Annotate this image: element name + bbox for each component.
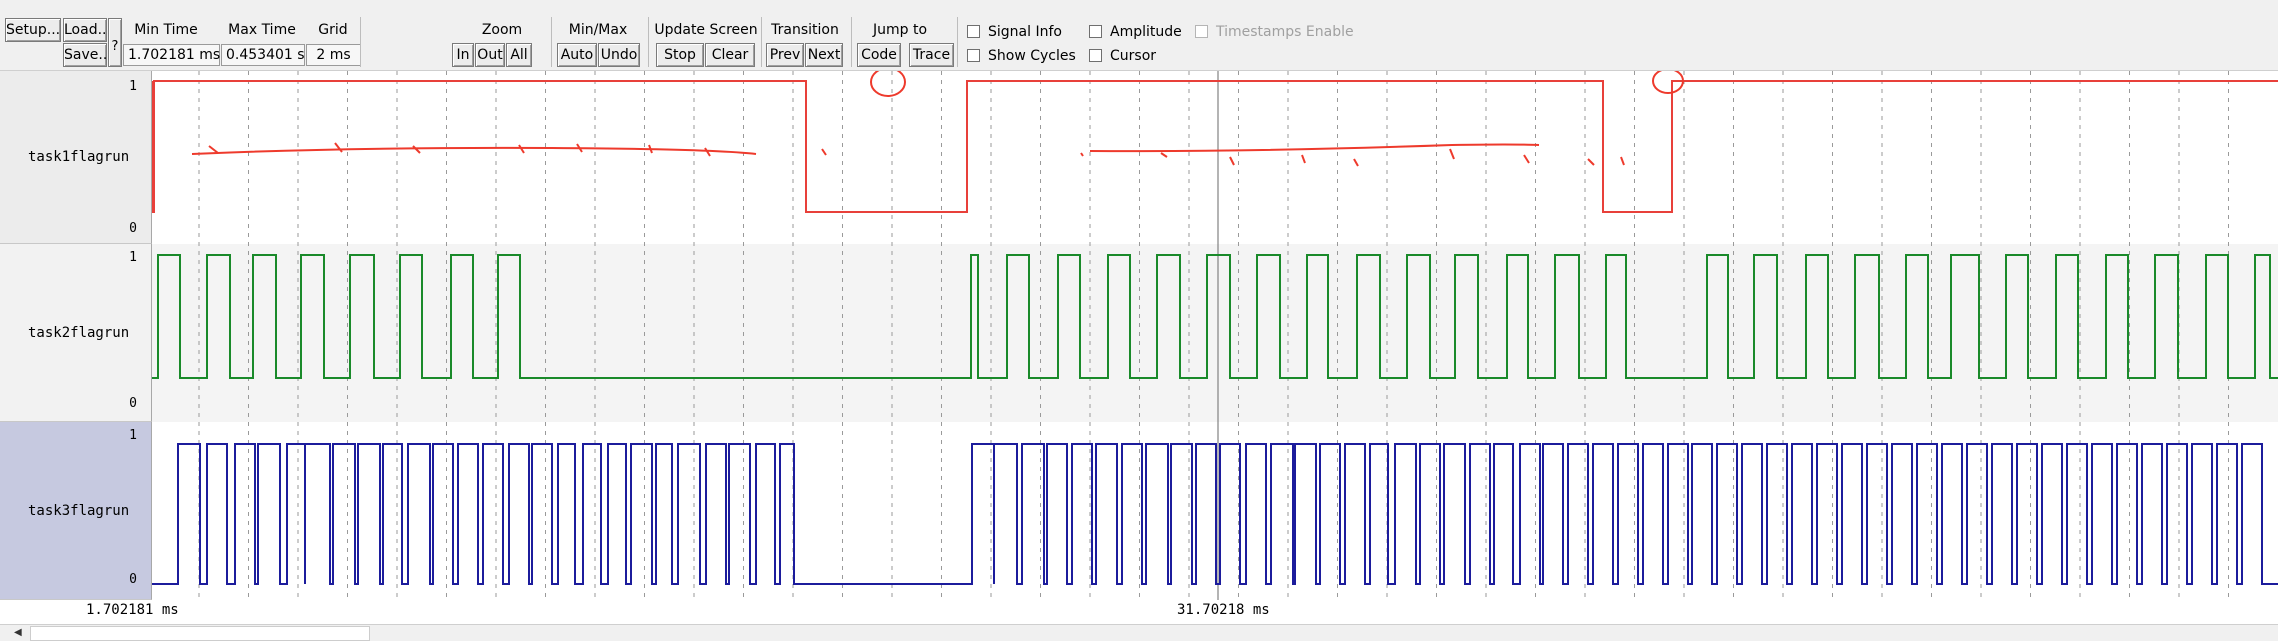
zoom-label: Zoom <box>481 22 523 38</box>
show-cycles-checkbox[interactable]: Show Cycles <box>967 46 1076 66</box>
checkbox-box <box>967 49 980 62</box>
cursor-checkbox[interactable]: Cursor <box>1089 46 1156 66</box>
task1-lane-bg <box>152 71 2278 244</box>
signal-name-task3[interactable]: 1 task3flagrun 0 <box>0 422 152 600</box>
signal-low-label: 0 <box>129 572 137 587</box>
cursor-label: Cursor <box>1110 48 1157 64</box>
separator <box>648 17 649 67</box>
min-time-label: Min Time <box>134 22 198 38</box>
max-time-value: 0.453401 s <box>221 44 305 66</box>
separator <box>957 17 958 67</box>
jump-to-label: Jump to <box>872 22 928 38</box>
grid-label: Grid <box>318 22 348 38</box>
update-clear-button[interactable]: Clear <box>705 43 755 67</box>
scrollbar-thumb[interactable] <box>30 626 370 641</box>
zoom-all-button[interactable]: All <box>506 43 532 67</box>
separator <box>360 17 361 67</box>
max-time-label: Max Time <box>228 22 296 38</box>
signal-high-label: 1 <box>129 428 137 443</box>
separator <box>851 17 852 67</box>
waveform-area[interactable] <box>152 71 2278 600</box>
amplitude-label: Amplitude <box>1110 24 1182 40</box>
setup-button[interactable]: Setup... <box>5 18 61 42</box>
minmax-auto-button[interactable]: Auto <box>557 43 597 67</box>
show-cycles-label: Show Cycles <box>988 48 1076 64</box>
separator <box>761 17 762 67</box>
timestamps-enable-label: Timestamps Enable <box>1216 24 1354 40</box>
signal-info-checkbox[interactable]: Signal Info <box>967 22 1062 42</box>
transition-prev-button[interactable]: Prev <box>766 43 804 67</box>
checkbox-box <box>967 25 980 38</box>
timestamps-enable-checkbox[interactable]: Timestamps Enable <box>1195 22 1354 42</box>
separator <box>551 17 552 67</box>
toolbar: Setup... Load... Save... ? Min Time 1.70… <box>0 0 2278 71</box>
scroll-left-arrow-icon[interactable]: ◀ <box>14 627 22 638</box>
signal-name-task2[interactable]: 1 task2flagrun 0 <box>0 244 152 422</box>
save-button[interactable]: Save... <box>63 43 107 67</box>
checkbox-box <box>1089 25 1102 38</box>
transition-label: Transition <box>771 22 839 38</box>
signal-name-label: task1flagrun <box>28 149 130 165</box>
grid-value: 2 ms <box>306 44 361 66</box>
horizontal-scrollbar[interactable]: ◀ <box>0 624 2278 641</box>
signal-name-label: task2flagrun <box>28 324 130 341</box>
time-axis: 1.702181 ms 31.70218 ms <box>0 600 2278 622</box>
zoom-out-button[interactable]: Out <box>475 43 505 67</box>
zoom-in-button[interactable]: In <box>452 43 474 67</box>
signal-low-label: 0 <box>129 396 137 411</box>
signal-name-task1[interactable]: 1 task1flagrun 0 <box>0 71 152 244</box>
min-time-value: 1.702181 ms <box>123 44 220 66</box>
update-stop-button[interactable]: Stop <box>656 43 704 67</box>
jump-code-button[interactable]: Code <box>857 43 901 67</box>
amplitude-checkbox[interactable]: Amplitude <box>1089 22 1182 42</box>
update-screen-label: Update Screen <box>654 22 758 38</box>
signal-info-label: Signal Info <box>988 24 1062 40</box>
signal-high-label: 1 <box>129 250 137 265</box>
jump-trace-button[interactable]: Trace <box>909 43 954 67</box>
checkbox-box <box>1195 25 1208 38</box>
checkbox-box <box>1089 49 1102 62</box>
time-start-label: 1.702181 ms <box>86 602 179 618</box>
signal-high-label: 1 <box>129 79 137 94</box>
help-button[interactable]: ? <box>108 18 122 67</box>
load-button[interactable]: Load... <box>63 18 107 42</box>
transition-next-button[interactable]: Next <box>805 43 843 67</box>
signal-name-label: task3flagrun <box>28 502 130 519</box>
signal-low-label: 0 <box>129 221 137 236</box>
time-mid-label: 31.70218 ms <box>1177 602 1270 618</box>
task2-lane-bg <box>152 244 2278 422</box>
minmax-label: Min/Max <box>568 22 628 38</box>
minmax-undo-button[interactable]: Undo <box>598 43 640 67</box>
